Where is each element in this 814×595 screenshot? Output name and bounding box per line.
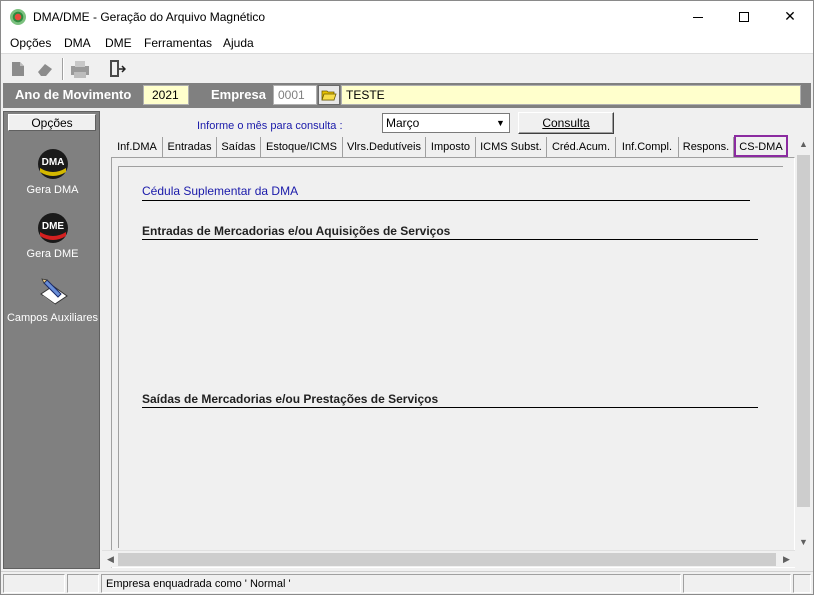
menu-ferramentas[interactable]: Ferramentas [144,36,212,50]
campos-auxiliares-label: Campos Auxiliares [6,312,99,324]
section-title-underline [142,200,750,201]
options-header[interactable]: Opções [8,114,96,131]
movement-year-bar: Ano de Movimento 2021 Empresa 0001 TESTE [3,83,811,108]
status-cell-5 [793,574,811,593]
month-select[interactable]: Março ▼ [382,113,510,133]
horizontal-scroll-thumb[interactable] [118,553,776,566]
company-code-field[interactable]: 0001 [273,85,317,105]
app-icon [10,9,26,25]
dma-icon: DMA [37,148,69,180]
open-folder-icon [321,90,337,101]
tab-estoque-icms[interactable]: Estoque/ICMS [261,137,343,157]
tab-imposto[interactable]: Imposto [426,137,476,157]
entradas-underline [142,239,758,240]
notepad-pencil-icon [37,276,69,308]
dme-icon: DME [37,212,69,244]
title-bar: DMA/DME - Geração do Arquivo Magnético ✕ [1,1,813,33]
window-title: DMA/DME - Geração do Arquivo Magnético [33,10,266,24]
chevron-down-icon[interactable]: ▼ [493,115,508,131]
company-label: Empresa [211,87,266,102]
saidas-underline [142,407,758,408]
tab-icms-subst[interactable]: ICMS Subst. [476,137,547,157]
tab-inf-compl[interactable]: Inf.Compl. [616,137,679,157]
close-button[interactable]: ✕ [767,1,813,33]
movement-year-field[interactable]: 2021 [143,85,189,105]
minimize-icon [693,16,703,18]
entradas-heading: Entradas de Mercadorias e/ou Aquisições … [142,224,451,238]
close-icon: ✕ [784,9,796,25]
month-select-value: Março [386,116,420,130]
month-query-label: Informe o mês para consulta : [197,120,343,132]
minimize-button[interactable] [675,1,721,33]
scroll-down-icon[interactable]: ▼ [795,533,812,550]
exit-door-icon[interactable] [105,58,127,80]
menu-bar: Opções DMA DME Ferramentas Ajuda [1,33,813,53]
tab-entradas[interactable]: Entradas [163,137,217,157]
toolbar-separator [62,58,64,80]
tab-vlrs-dedutiveis[interactable]: Vlrs.Dedutíveis [343,137,426,157]
maximize-button[interactable] [721,1,767,33]
status-cell-1 [3,574,65,593]
movement-year-label: Ano de Movimento [15,87,132,102]
new-document-icon[interactable] [7,58,29,80]
tab-saidas[interactable]: Saídas [217,137,261,157]
tab-respons[interactable]: Respons. [679,137,734,157]
status-bar: Empresa enquadrada como ' Normal ' [1,571,813,594]
gera-dme-tool[interactable]: DME Gera DME [4,212,101,260]
menu-opcoes[interactable]: Opções [10,36,51,50]
scroll-up-icon[interactable]: ▲ [795,135,812,152]
vertical-scrollbar[interactable]: ▲ ▼ [795,135,812,550]
scroll-left-icon[interactable]: ◀ [102,551,119,568]
dme-badge-text: DME [41,221,64,232]
options-panel: Opções DMA Gera DMA DME Gera DME Campos … [3,111,100,569]
menu-dma[interactable]: DMA [64,36,91,50]
menu-dme[interactable]: DME [105,36,132,50]
open-company-button[interactable] [318,85,340,105]
campos-auxiliares-tool[interactable]: Campos Auxiliares [4,276,101,324]
tab-cs-dma[interactable]: CS-DMA [734,135,788,157]
dma-badge-text: DMA [41,157,64,168]
main-window: DMA/DME - Geração do Arquivo Magnético ✕… [0,0,814,595]
tab-inf-dma[interactable]: Inf.DMA [112,137,163,157]
company-name-field[interactable]: TESTE [341,85,801,105]
menu-ajuda[interactable]: Ajuda [223,36,254,50]
eraser-icon[interactable] [34,58,56,80]
gera-dma-tool[interactable]: DMA Gera DMA [4,148,101,196]
scroll-right-icon[interactable]: ▶ [778,551,795,568]
status-message: Empresa enquadrada como ' Normal ' [101,574,681,593]
gera-dma-label: Gera DMA [26,184,79,196]
saidas-heading: Saídas de Mercadorias e/ou Prestações de… [142,392,439,406]
toolbar [1,53,813,83]
status-cell-4 [683,574,791,593]
consulta-button[interactable]: Consulta [518,112,614,134]
tab-content-panel [111,157,795,568]
section-title: Cédula Suplementar da DMA [142,184,299,198]
horizontal-scrollbar[interactable]: ◀ ▶ [102,550,795,567]
vertical-scroll-thumb[interactable] [797,155,810,507]
tab-cred-acum[interactable]: Créd.Acum. [547,137,616,157]
maximize-icon [739,12,749,22]
gera-dme-label: Gera DME [26,248,79,260]
print-icon[interactable] [69,58,91,80]
status-cell-2 [67,574,99,593]
